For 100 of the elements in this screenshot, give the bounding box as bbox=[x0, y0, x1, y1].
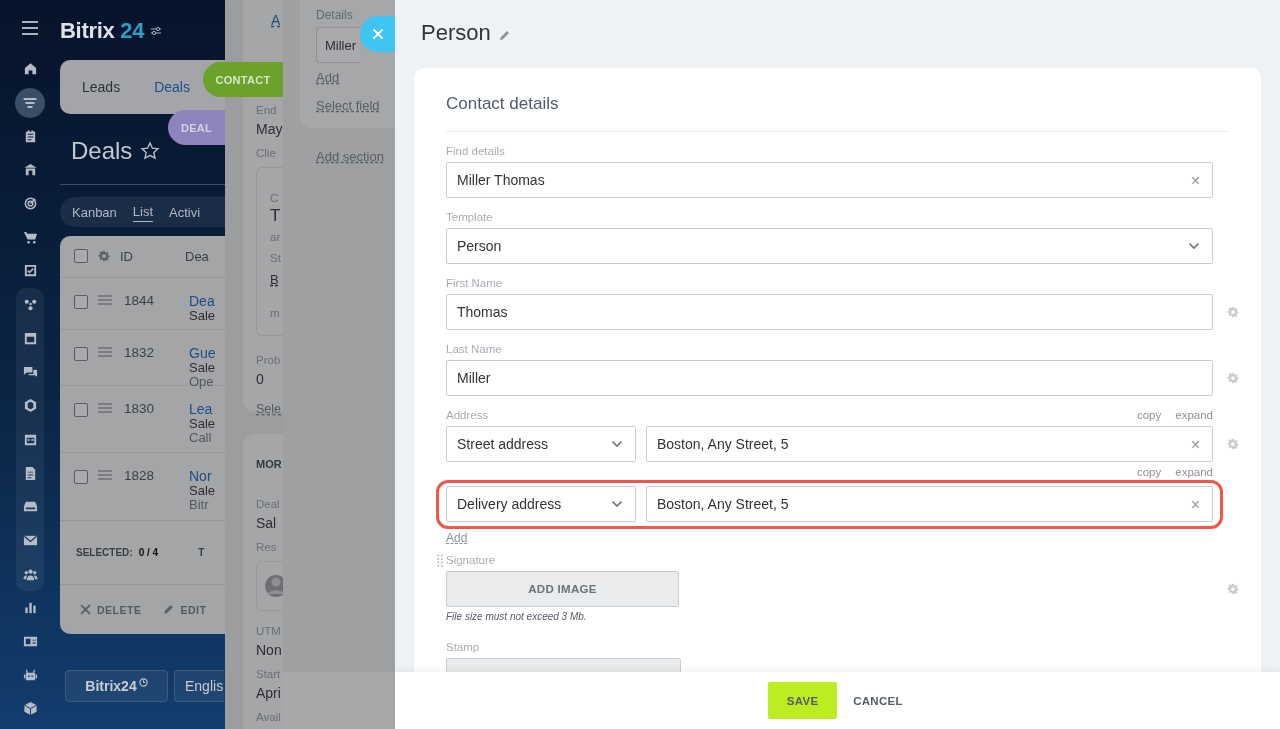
address-field[interactable]: Boston, Any Street, 5 bbox=[646, 426, 1213, 462]
record-link[interactable]: Dea bbox=[189, 292, 216, 309]
bar-chart-icon[interactable] bbox=[22, 600, 38, 616]
clear-icon[interactable] bbox=[1191, 175, 1200, 185]
link[interactable]: A bbox=[271, 12, 281, 28]
checkbox[interactable] bbox=[74, 347, 88, 362]
field-value: 0 bbox=[256, 371, 264, 387]
field-value: May bbox=[256, 121, 283, 137]
field-label: Details bbox=[316, 8, 353, 22]
text-field[interactable]: Miller Thomas bbox=[446, 162, 1213, 198]
logo: Bitrix 24 bbox=[60, 18, 145, 44]
drag-handle-icon[interactable] bbox=[98, 347, 112, 358]
link[interactable]: Select field bbox=[316, 98, 380, 113]
field-label: Avail bbox=[256, 710, 281, 725]
star-icon[interactable] bbox=[140, 141, 161, 161]
drag-handle-icon[interactable] bbox=[437, 554, 443, 567]
hexagon-icon[interactable] bbox=[22, 398, 38, 414]
table-cell-text: 1828 bbox=[124, 468, 156, 484]
record-link[interactable]: Gue bbox=[189, 345, 216, 362]
clear-icon[interactable] bbox=[1191, 439, 1200, 449]
link[interactable]: B bbox=[270, 272, 279, 288]
expand-link[interactable]: expand bbox=[1175, 408, 1213, 422]
cancel-button[interactable]: CANCEL bbox=[849, 682, 907, 719]
field-label: UTM bbox=[256, 624, 281, 639]
bank-icon[interactable] bbox=[22, 162, 38, 178]
funnel-icon[interactable] bbox=[15, 87, 45, 118]
table-cell-text: 1844 bbox=[124, 292, 156, 308]
add-link[interactable]: Add bbox=[446, 531, 468, 545]
brand-button[interactable]: Bitrix24 bbox=[65, 670, 168, 702]
caret-icon bbox=[1188, 242, 1200, 250]
contact-tab[interactable]: CONTACT bbox=[203, 62, 283, 97]
add-section-link[interactable]: Add section bbox=[316, 149, 395, 164]
address-type-select[interactable]: Delivery address bbox=[446, 486, 636, 522]
caret-icon bbox=[611, 440, 623, 448]
table-cell-text: 1832 bbox=[124, 345, 156, 361]
expand-link[interactable]: expand bbox=[1175, 465, 1213, 479]
settings-icon[interactable] bbox=[98, 250, 110, 263]
field-label: Address bbox=[446, 408, 489, 422]
record-link[interactable]: Nor bbox=[189, 468, 216, 485]
deal-tab[interactable]: DEAL bbox=[168, 110, 225, 145]
drag-handle-icon[interactable] bbox=[98, 403, 112, 414]
field-value: Apri bbox=[256, 685, 281, 701]
checkbox[interactable] bbox=[74, 403, 88, 418]
add-image-button[interactable]: ADD IMAGE bbox=[446, 571, 679, 607]
pencil-icon[interactable] bbox=[498, 29, 510, 41]
section-tab[interactable]: Deals bbox=[154, 79, 190, 95]
section-heading: MOR bbox=[256, 457, 282, 472]
text-field[interactable]: Thomas bbox=[446, 294, 1213, 330]
copy-link[interactable]: copy bbox=[1136, 465, 1162, 479]
template-select[interactable]: Person bbox=[446, 228, 1213, 264]
delete-button[interactable]: DELETE bbox=[80, 603, 142, 616]
view-tab[interactable]: Activi bbox=[169, 202, 201, 222]
language-button[interactable]: Englis bbox=[174, 670, 224, 702]
table-cell: Sale bbox=[189, 417, 216, 432]
column-header[interactable]: ID bbox=[120, 248, 185, 264]
field-value: Sal bbox=[256, 515, 277, 531]
checked-box-icon[interactable] bbox=[22, 263, 38, 279]
field-label: Signature bbox=[446, 553, 496, 567]
nodes-icon[interactable] bbox=[22, 297, 38, 313]
view-tab[interactable]: Kanban bbox=[72, 202, 117, 222]
view-tab[interactable]: List bbox=[132, 202, 154, 222]
selected-count: 0 / 4 bbox=[138, 547, 159, 559]
table-cell-text: Ope bbox=[189, 375, 215, 390]
table-cell: Sale bbox=[189, 308, 216, 323]
select-link[interactable]: Sele bbox=[256, 401, 282, 417]
cart-icon[interactable] bbox=[22, 229, 38, 245]
checkbox[interactable] bbox=[74, 470, 88, 485]
column-header[interactable]: Dea bbox=[185, 248, 209, 264]
edit-button[interactable]: EDIT bbox=[163, 603, 207, 616]
selected-label: SELECTED: bbox=[76, 547, 133, 559]
field-label: First Name bbox=[446, 276, 503, 290]
cube-icon[interactable] bbox=[22, 701, 38, 717]
robot-icon[interactable] bbox=[22, 667, 38, 683]
text-field[interactable]: Miller bbox=[446, 360, 1213, 396]
details-field[interactable]: Miller bbox=[316, 27, 360, 63]
panel-title: Person bbox=[421, 20, 491, 46]
drag-handle-icon[interactable] bbox=[98, 294, 112, 305]
section-tab[interactable]: Leads bbox=[82, 79, 121, 95]
field-label: Clie bbox=[256, 146, 276, 161]
field-value: T bbox=[270, 208, 281, 224]
menu-icon[interactable] bbox=[20, 18, 40, 38]
hint-text: File size must not exceed 3 Mb. bbox=[446, 611, 588, 622]
caret-icon bbox=[611, 500, 623, 508]
close-icon bbox=[371, 28, 384, 40]
table-cell-text: 1830 bbox=[124, 401, 156, 417]
sliders-icon[interactable] bbox=[150, 25, 163, 37]
address-field[interactable]: Boston, Any Street, 5 bbox=[646, 486, 1213, 522]
target-icon[interactable] bbox=[22, 196, 38, 212]
save-button[interactable]: SAVE bbox=[768, 682, 838, 719]
record-link[interactable]: Lea bbox=[189, 401, 216, 418]
checkbox[interactable] bbox=[74, 249, 88, 264]
clock-icon bbox=[138, 677, 148, 687]
clear-icon[interactable] bbox=[1191, 499, 1200, 509]
checkbox[interactable] bbox=[74, 294, 88, 309]
link[interactable]: Add bbox=[316, 70, 340, 85]
window-icon[interactable] bbox=[22, 330, 38, 346]
copy-link[interactable]: copy bbox=[1136, 408, 1162, 422]
drag-handle-icon[interactable] bbox=[98, 470, 112, 481]
home-icon[interactable] bbox=[22, 61, 38, 77]
address-type-select[interactable]: Street address bbox=[446, 426, 636, 462]
